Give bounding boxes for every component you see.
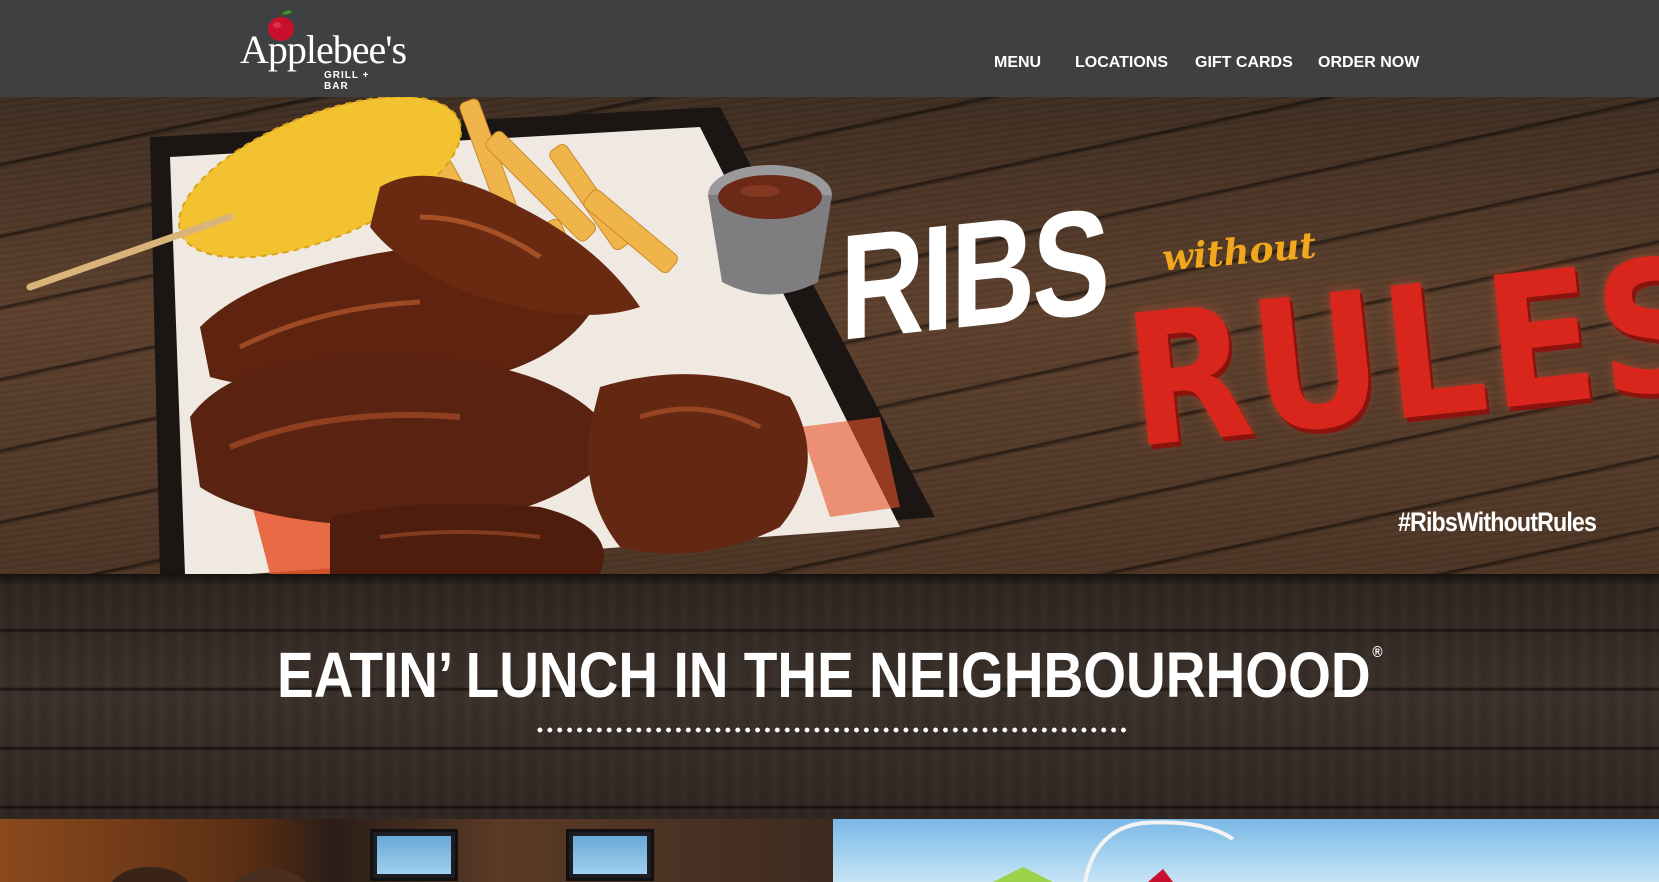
- nav-item-order-now[interactable]: ORDER NOW: [1318, 54, 1419, 72]
- hero-banner[interactable]: RIBS without RULES #RibsWithoutRules: [0, 97, 1659, 574]
- logo-tagline: GRILL + BAR: [324, 70, 370, 92]
- lunch-headline: EATIN’ LUNCH IN THE NEIGHBOURHOOD ®: [0, 638, 1659, 712]
- nav-item-gift-cards[interactable]: GIFT CARDS: [1195, 54, 1293, 72]
- nav-item-locations[interactable]: LOCATIONS: [1075, 54, 1168, 72]
- registered-mark: ®: [1372, 644, 1383, 661]
- site-header: Applebee's GRILL + BAR MENU LOCATIONS GI…: [0, 0, 1659, 97]
- hero-hashtag: #RibsWithoutRules: [1398, 507, 1597, 537]
- tv-screen-image: [370, 829, 458, 881]
- applebees-logo[interactable]: Applebee's GRILL + BAR: [240, 4, 407, 92]
- lunch-headline-text: EATIN’ LUNCH IN THE NEIGHBOURHOOD: [276, 639, 1371, 711]
- drink-tile[interactable]: [833, 819, 1659, 882]
- drink-illustration: [993, 820, 1235, 882]
- dotted-divider: [535, 727, 1129, 733]
- nav-item-menu[interactable]: MENU: [994, 54, 1041, 72]
- lunch-banner: EATIN’ LUNCH IN THE NEIGHBOURHOOD ®: [0, 574, 1659, 819]
- tv-screen-image: [566, 829, 654, 881]
- guests-illustration: [112, 867, 306, 882]
- logo-wordmark: Applebee's: [240, 27, 407, 72]
- hero-ribs-text: RIBS: [840, 175, 1108, 372]
- ribs-platter-illustration: [26, 97, 935, 574]
- restaurant-interior-tile[interactable]: [0, 819, 833, 882]
